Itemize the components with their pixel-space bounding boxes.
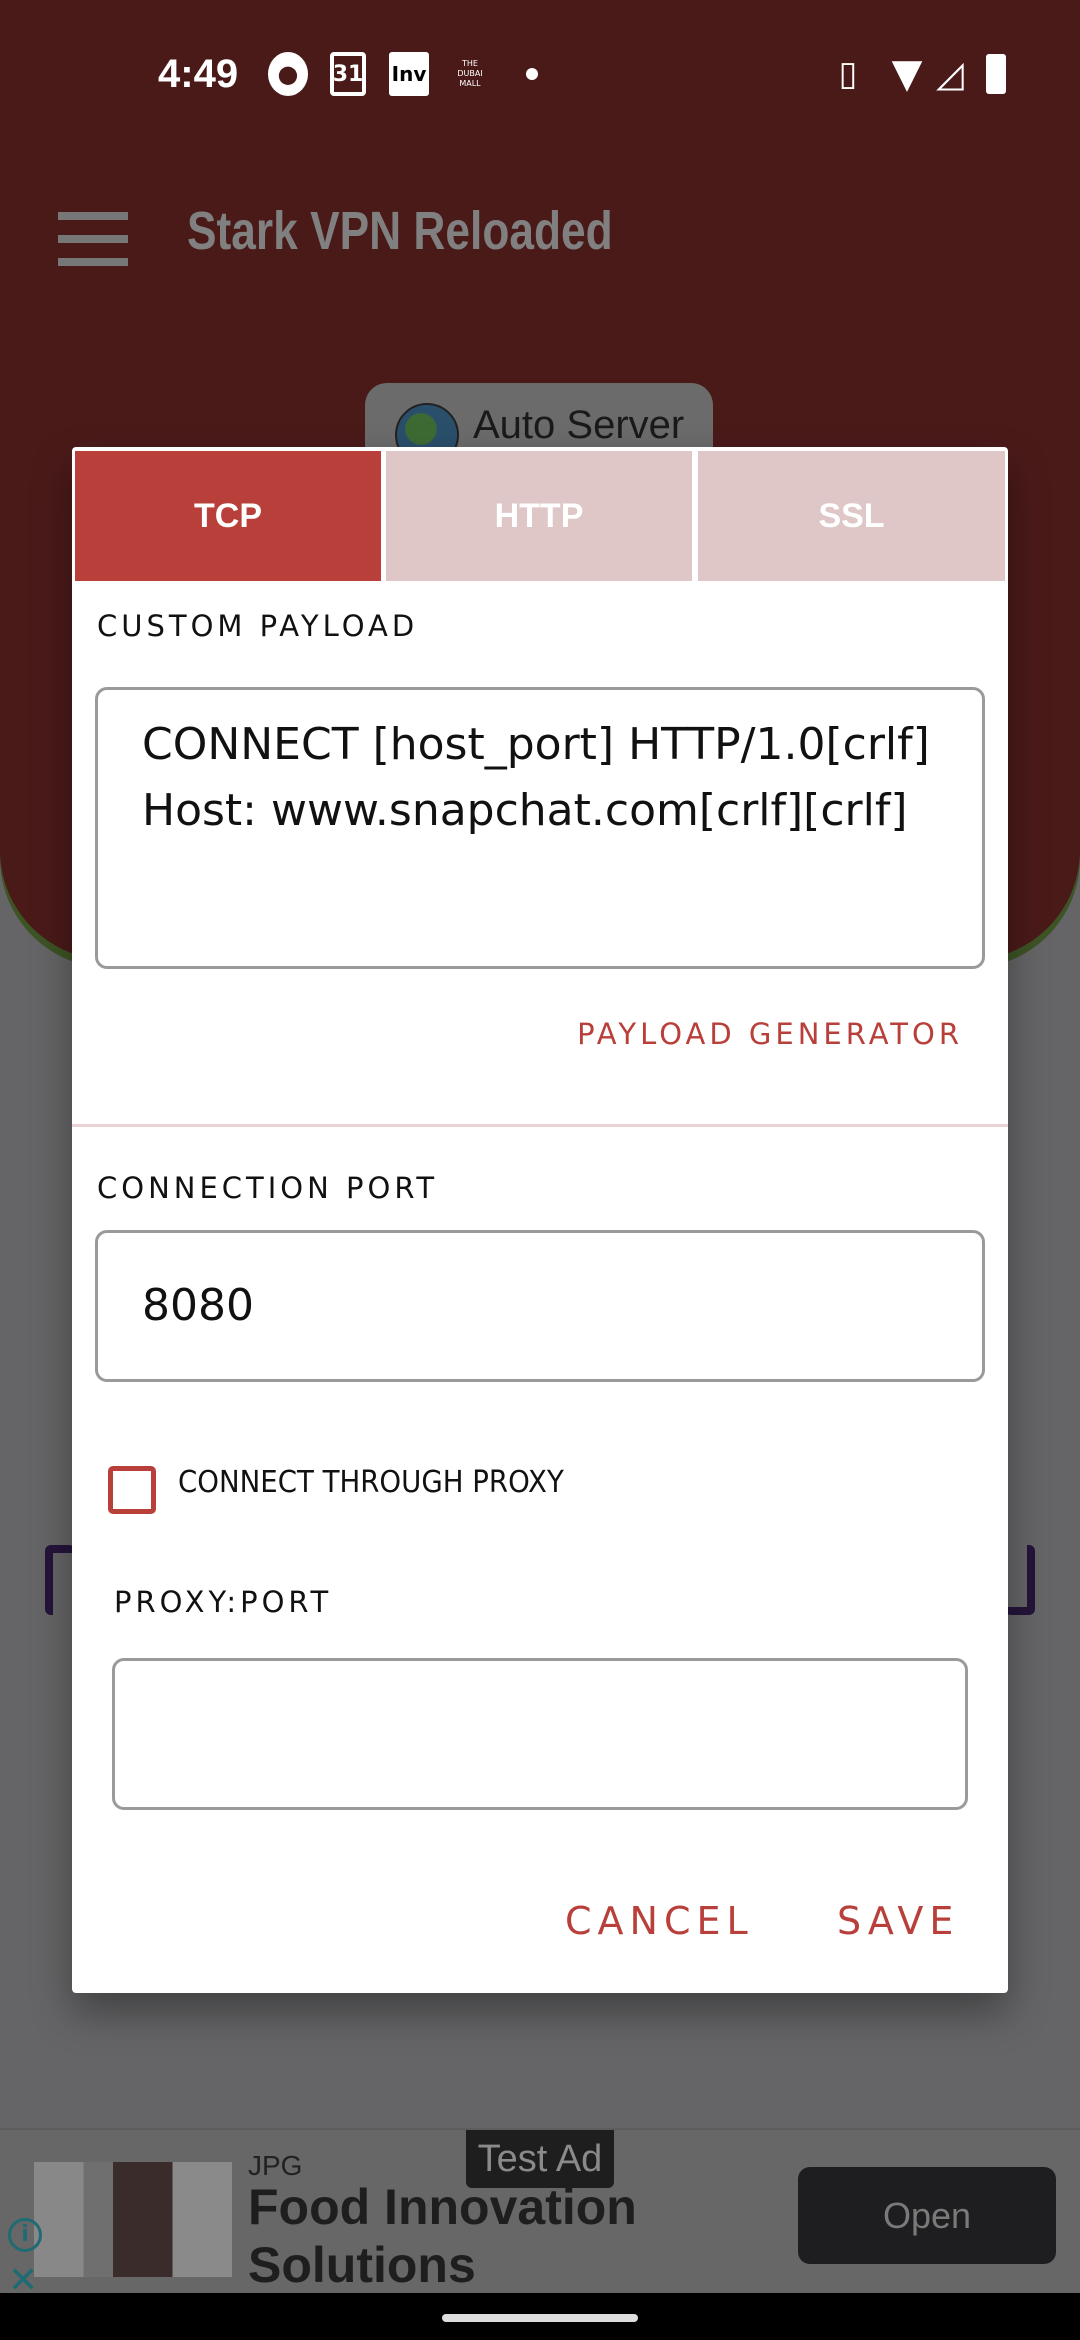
- proxy-port-input[interactable]: [112, 1658, 968, 1810]
- tab-http[interactable]: HTTP: [386, 451, 692, 581]
- background-arrow-icon: [45, 1545, 75, 1615]
- tab-tcp[interactable]: TCP: [75, 451, 381, 581]
- navigation-bar: [0, 2293, 1080, 2340]
- battery-charging-icon: [986, 54, 1006, 94]
- port-input[interactable]: 8080: [95, 1230, 985, 1382]
- vibrate-icon: ▯: [838, 54, 858, 94]
- port-value: 8080: [142, 1280, 254, 1331]
- ad-image[interactable]: [34, 2162, 232, 2277]
- menu-icon[interactable]: [58, 212, 128, 266]
- info-icon[interactable]: i: [8, 2218, 42, 2252]
- ad-banner[interactable]: i ✕ JPG Test Ad Food Innovation Solution…: [0, 2128, 1080, 2301]
- connection-port-label: CONNECTION PORT: [97, 1171, 439, 1205]
- wifi-icon: ▼: [891, 51, 923, 97]
- server-label: Auto Server: [473, 403, 685, 447]
- background-arrow-icon: [1005, 1545, 1035, 1615]
- proxy-port-label: PROXY:PORT: [114, 1585, 333, 1619]
- podcast-icon: ●: [268, 52, 308, 96]
- home-handle[interactable]: [442, 2314, 638, 2322]
- cancel-button[interactable]: CANCEL: [565, 1899, 754, 1943]
- calendar-icon: 31: [330, 52, 366, 96]
- payload-value: CONNECT [host_port] HTTP/1.0[crlf]Host: …: [142, 719, 930, 836]
- payload-dialog: TCP HTTP SSL CUSTOM PAYLOAD CONNECT [hos…: [72, 447, 1008, 1993]
- signal-off-icon: ◿: [936, 53, 964, 95]
- ad-open-button[interactable]: Open: [798, 2167, 1056, 2264]
- divider: [72, 1124, 1008, 1127]
- dubai-mall-icon: THE DUBAI MALL: [457, 59, 483, 88]
- save-button[interactable]: SAVE: [837, 1899, 959, 1943]
- payload-input[interactable]: CONNECT [host_port] HTTP/1.0[crlf]Host: …: [95, 687, 985, 969]
- inv-icon: Inv: [389, 52, 429, 96]
- custom-payload-label: CUSTOM PAYLOAD: [97, 609, 419, 643]
- ad-title[interactable]: Food Innovation Solutions: [248, 2178, 668, 2294]
- proxy-checkbox-label[interactable]: CONNECT THROUGH PROXY: [178, 1465, 564, 1500]
- proxy-checkbox[interactable]: [108, 1466, 156, 1514]
- app-title: Stark VPN Reloaded: [187, 201, 613, 261]
- dot-icon: [526, 68, 538, 80]
- payload-generator-button[interactable]: PAYLOAD GENERATOR: [577, 1017, 963, 1051]
- status-time: 4:49: [158, 52, 239, 96]
- tab-ssl[interactable]: SSL: [698, 451, 1005, 581]
